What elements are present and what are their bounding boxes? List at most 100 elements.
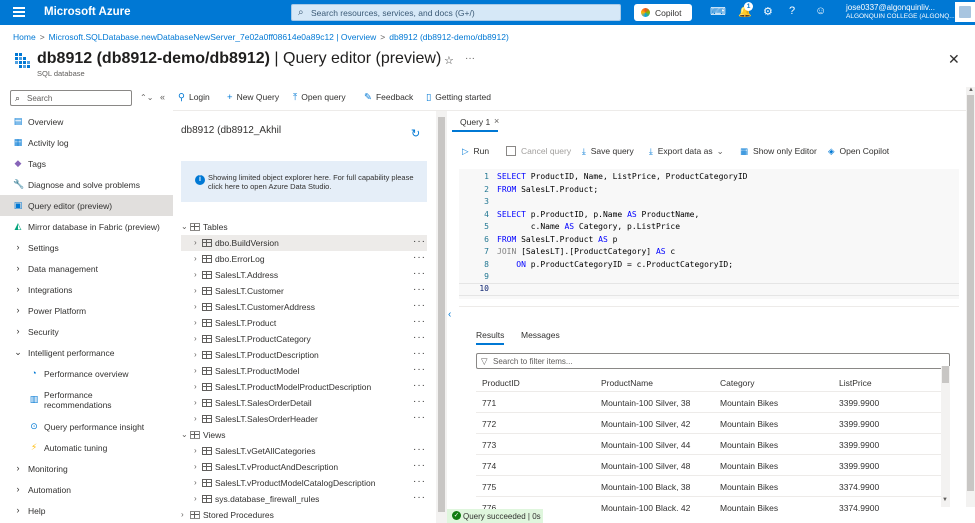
- run-button[interactable]: ▷ Run: [462, 146, 489, 157]
- more-options-icon[interactable]: ···: [413, 300, 426, 311]
- collapse-sidebar-icon[interactable]: «: [160, 92, 165, 102]
- breadcrumb-home[interactable]: Home: [13, 32, 36, 42]
- brand-name[interactable]: Microsoft Azure: [44, 6, 130, 18]
- feedback-button[interactable]: ✎ Feedback: [364, 92, 413, 103]
- tree-view[interactable]: › SalesLT.vGetAllCategories ···: [181, 443, 427, 459]
- hamburger-menu-icon[interactable]: [13, 7, 25, 19]
- sidebar-item-security[interactable]: › Security: [0, 321, 173, 342]
- sidebar-item-power-platform[interactable]: › Power Platform: [0, 300, 173, 321]
- sidebar-item-automatic-tuning[interactable]: ⚡ Automatic tuning: [0, 437, 173, 458]
- tree-table[interactable]: › dbo.BuildVersion ···: [181, 235, 427, 251]
- sidebar-item-activity-log[interactable]: ▦ Activity log: [0, 132, 173, 153]
- results-scrollbar[interactable]: ▼: [941, 366, 950, 507]
- more-options-icon[interactable]: ···: [413, 444, 426, 455]
- more-options-icon[interactable]: ···: [413, 268, 426, 279]
- tab-query-1[interactable]: Query 1 ×: [452, 114, 499, 132]
- more-options-icon[interactable]: ···: [413, 380, 426, 391]
- more-options-icon[interactable]: ···: [413, 332, 426, 343]
- tree-table[interactable]: › SalesLT.Address ···: [181, 267, 427, 283]
- refresh-icon[interactable]: ↻: [411, 127, 420, 140]
- show-only-editor-button[interactable]: ▦ Show only Editor: [740, 146, 817, 157]
- open-query-button[interactable]: ⤒ Open query: [293, 92, 346, 103]
- sidebar-item-mirror[interactable]: ◭ Mirror database in Fabric (preview): [0, 216, 173, 237]
- feedback-icon[interactable]: ☺: [815, 5, 826, 17]
- sidebar-item-data-management[interactable]: › Data management: [0, 258, 173, 279]
- scrollbar-thumb[interactable]: [967, 95, 974, 491]
- sidebar-item-intelligent-performance[interactable]: ⌄ Intelligent performance: [0, 342, 173, 363]
- breadcrumb-database[interactable]: db8912 (db8912-demo/db8912): [389, 32, 509, 42]
- more-options-icon[interactable]: ···: [413, 460, 426, 471]
- sort-icon[interactable]: ⌃⌄: [140, 93, 153, 102]
- favorite-star-icon[interactable]: ☆: [444, 54, 454, 67]
- copilot-button[interactable]: Copilot: [634, 4, 692, 21]
- scroll-up-icon[interactable]: ▲: [968, 87, 974, 93]
- editor-results-divider[interactable]: [459, 306, 959, 307]
- sidebar-item-help[interactable]: › Help: [0, 500, 173, 521]
- tree-folder-stored-procedures[interactable]: › Stored Procedures: [181, 507, 427, 523]
- sidebar-item-performance-overview[interactable]: ◔ Performance overview: [0, 363, 173, 384]
- column-header[interactable]: ProductName: [601, 378, 653, 388]
- cloud-shell-icon[interactable]: ⌨: [710, 5, 726, 18]
- tree-table[interactable]: › SalesLT.ProductCategory ···: [181, 331, 427, 347]
- close-icon[interactable]: ✕: [948, 51, 960, 68]
- tree-table[interactable]: › dbo.ErrorLog ···: [181, 251, 427, 267]
- column-header[interactable]: ProductID: [482, 378, 520, 388]
- user-account[interactable]: jose0337@algonquinliv... ALGONQUIN COLLE…: [846, 3, 955, 21]
- more-options-icon[interactable]: ···: [413, 396, 426, 407]
- sidebar-item-tags[interactable]: ◆ Tags: [0, 153, 173, 174]
- settings-gear-icon[interactable]: ⚙: [763, 5, 773, 18]
- breadcrumb-deployment[interactable]: Microsoft.SQLDatabase.newDatabaseNewServ…: [49, 32, 377, 42]
- more-options-icon[interactable]: ···: [413, 412, 426, 423]
- global-search-input[interactable]: ⌕ Search resources, services, and docs (…: [291, 4, 621, 21]
- save-query-button[interactable]: ⤓ Save query: [582, 146, 634, 157]
- collapse-explorer-icon[interactable]: ‹: [448, 309, 451, 320]
- tree-table[interactable]: › SalesLT.SalesOrderDetail ···: [181, 395, 427, 411]
- page-scrollbar[interactable]: ▲: [966, 87, 975, 507]
- scrollbar-thumb[interactable]: [942, 366, 949, 383]
- table-row[interactable]: 776 Mountain-100 Black, 42 Mountain Bikes 3…: [476, 497, 941, 511]
- export-data-button[interactable]: ⤓ Export data as ⌄: [649, 146, 724, 157]
- more-options-icon[interactable]: ···: [413, 236, 426, 247]
- more-options-icon[interactable]: ···: [413, 492, 426, 503]
- tree-view[interactable]: › sys.database_firewall_rules ···: [181, 491, 427, 507]
- sidebar-item-query-editor[interactable]: ▣ Query editor (preview): [0, 195, 173, 216]
- sql-editor[interactable]: 1 SELECT ProductID, Name, ListPrice, Prod…: [459, 169, 959, 299]
- more-options-icon[interactable]: ···: [413, 348, 426, 359]
- tree-table[interactable]: › SalesLT.ProductModelProductDescription ·…: [181, 379, 427, 395]
- tree-table[interactable]: › SalesLT.Product ···: [181, 315, 427, 331]
- more-options-icon[interactable]: ···: [413, 476, 426, 487]
- tree-table[interactable]: › SalesLT.Customer ···: [181, 283, 427, 299]
- tree-folder-views[interactable]: ⌄ Views: [181, 427, 427, 443]
- explorer-scrollbar[interactable]: [436, 111, 447, 523]
- sidebar-item-integrations[interactable]: › Integrations: [0, 279, 173, 300]
- getting-started-button[interactable]: ▯ Getting started: [426, 92, 491, 103]
- column-header[interactable]: Category: [720, 378, 755, 388]
- sidebar-search-input[interactable]: ⌕ Search: [10, 90, 132, 106]
- column-header[interactable]: ListPrice: [839, 378, 872, 388]
- tab-results[interactable]: Results: [476, 330, 505, 345]
- more-options-icon[interactable]: ···: [413, 316, 426, 327]
- scrollbar-thumb[interactable]: [438, 117, 445, 512]
- more-options-icon[interactable]: ···: [465, 53, 475, 64]
- more-options-icon[interactable]: ···: [413, 252, 426, 263]
- table-row[interactable]: 774 Mountain-100 Silver, 48 Mountain Bikes…: [476, 455, 941, 476]
- cancel-query-button[interactable]: Cancel query: [506, 146, 571, 156]
- sidebar-item-monitoring[interactable]: › Monitoring: [0, 458, 173, 479]
- sidebar-item-diagnose[interactable]: 🔧 Diagnose and solve problems: [0, 174, 173, 195]
- tree-table[interactable]: › SalesLT.SalesOrderHeader ···: [181, 411, 427, 427]
- avatar[interactable]: [955, 2, 975, 22]
- new-query-button[interactable]: + New Query: [227, 92, 279, 103]
- results-filter-input[interactable]: ▽ Search to filter items...: [476, 353, 950, 369]
- tree-table[interactable]: › SalesLT.CustomerAddress ···: [181, 299, 427, 315]
- tree-folder-tables[interactable]: ⌄ Tables: [181, 219, 427, 235]
- open-copilot-button[interactable]: ◈ Open Copilot: [828, 146, 889, 157]
- tree-view[interactable]: › SalesLT.vProductAndDescription ···: [181, 459, 427, 475]
- tab-messages[interactable]: Messages: [521, 330, 560, 340]
- sidebar-item-performance-recommendations[interactable]: ▥ Performance recommendations: [0, 384, 173, 416]
- tree-table[interactable]: › SalesLT.ProductDescription ···: [181, 347, 427, 363]
- sidebar-item-query-performance-insight[interactable]: ⊙ Query performance insight: [0, 416, 173, 437]
- tree-table[interactable]: › SalesLT.ProductModel ···: [181, 363, 427, 379]
- more-options-icon[interactable]: ···: [413, 284, 426, 295]
- more-options-icon[interactable]: ···: [413, 364, 426, 375]
- login-button[interactable]: ⚲ Login: [178, 92, 210, 103]
